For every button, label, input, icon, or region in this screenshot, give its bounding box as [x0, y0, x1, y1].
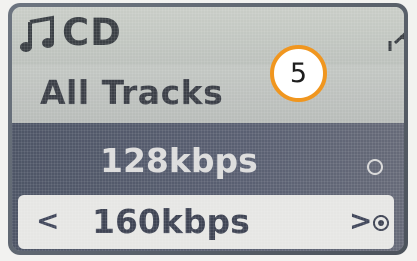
menu-title-row: All Tracks — [12, 65, 404, 123]
option-128kbps[interactable]: 128kbps — [12, 133, 404, 189]
callout-badge: 5 — [270, 45, 327, 102]
signal-icon — [388, 32, 404, 51]
option-label: 160kbps — [92, 202, 250, 241]
radio-unselected-icon — [367, 159, 383, 175]
lcd-screen: CD All Tracks 128kbps < 160kbps > — [12, 7, 404, 251]
option-list: 128kbps < 160kbps > — [12, 123, 404, 251]
status-bar: CD — [12, 7, 404, 65]
option-160kbps[interactable]: < 160kbps > — [18, 195, 394, 249]
device-bezel: CD All Tracks 128kbps < 160kbps > — [8, 3, 408, 255]
source-label: CD — [62, 11, 122, 54]
arrow-left-icon[interactable]: < — [36, 204, 59, 237]
option-label: 128kbps — [100, 141, 258, 180]
radio-selected-icon — [373, 215, 389, 231]
music-note-icon — [20, 15, 54, 52]
menu-title: All Tracks — [40, 73, 224, 112]
arrow-right-icon[interactable]: > — [349, 204, 372, 237]
